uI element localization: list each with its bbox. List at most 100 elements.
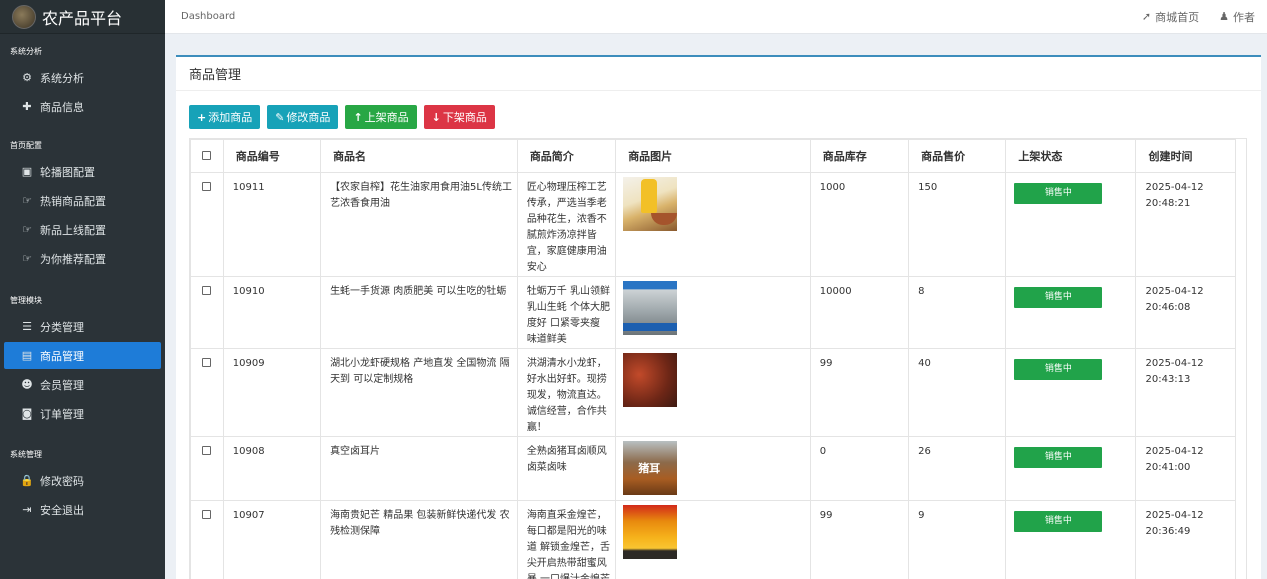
product-image[interactable]: [623, 353, 678, 407]
table-body: 10911 【农家自榨】花生油家用食用油5L传统工艺浓香食用油 匠心物理压榨工艺…: [190, 172, 1236, 579]
sidebar-item[interactable]: ☰ 分类管理: [4, 313, 161, 340]
row-checkbox[interactable]: [202, 446, 212, 455]
sidebar-section-title: 系统分析: [10, 47, 42, 56]
edit-icon: ✎: [275, 110, 285, 124]
status-badge[interactable]: 销售中: [1014, 447, 1103, 468]
brand[interactable]: 农产品平台: [0, 0, 165, 34]
sidebar-item-label: 为你推荐配置: [40, 252, 106, 266]
cell-status: 销售中: [1005, 348, 1137, 437]
table-row[interactable]: 10911 【农家自榨】花生油家用食用油5L传统工艺浓香食用油 匠心物理压榨工艺…: [190, 172, 1236, 277]
sidebar-section-title: 系统管理: [10, 450, 42, 459]
add-product-label: 添加商品: [208, 111, 253, 124]
header-created[interactable]: 创建时间: [1135, 139, 1236, 173]
product-table: 商品编号 商品名 商品简介 商品图片 商品库存 商品售价 上架状态 创建时间 1…: [190, 139, 1236, 579]
sidebar-section-title: 首页配置: [10, 141, 42, 150]
sidebar-item[interactable]: ☞ 新品上线配置: [4, 216, 161, 243]
created-time: 20:43:13: [1145, 374, 1191, 385]
table-row[interactable]: 10907 海南贵妃芒 精品果 包装新鲜快递代发 农残检测保障 海南直采金煌芒，…: [190, 500, 1236, 579]
sidebar-item[interactable]: ✚ 商品信息: [4, 93, 161, 120]
breadcrumb[interactable]: Dashboard: [165, 11, 235, 22]
plus-icon: +: [197, 110, 207, 124]
author-link[interactable]: ♟ 作者: [1219, 9, 1255, 25]
created-date: 2025-04-12: [1145, 446, 1204, 457]
row-checkbox[interactable]: [202, 510, 212, 519]
sidebar-item-label: 轮播图配置: [40, 165, 95, 179]
product-image[interactable]: [623, 177, 678, 231]
status-badge[interactable]: 销售中: [1014, 183, 1103, 204]
row-select-cell: [190, 348, 224, 437]
cell-price: 150: [908, 172, 1007, 277]
arrow-up-icon: ↑: [353, 110, 363, 124]
cell-stock: 99: [809, 348, 910, 437]
sidebar-item[interactable]: ◙ 订单管理: [4, 400, 161, 427]
select-all-checkbox[interactable]: [202, 150, 212, 160]
cell-desc: 洪湖清水小龙虾，好水出好虾。现捞现发，物流直达。诚信经营，合作共赢！: [516, 348, 617, 437]
sidebar-item[interactable]: ⚙ 系统分析: [4, 64, 161, 91]
user-icon: ♟: [1219, 10, 1229, 23]
sidebar-item[interactable]: ☻ 会员管理: [4, 371, 161, 398]
product-image[interactable]: [623, 281, 678, 335]
lock-icon: 🔒: [20, 474, 34, 487]
image-caption: 猪耳: [638, 462, 661, 475]
plus-icon: ✚: [22, 100, 32, 113]
created-date: 2025-04-12: [1145, 286, 1204, 297]
edit-product-button[interactable]: ✎ 修改商品: [267, 105, 339, 129]
status-badge[interactable]: 销售中: [1014, 359, 1103, 380]
product-image[interactable]: [623, 505, 678, 559]
sidebar-item-label: 修改密码: [40, 474, 84, 488]
sidebar-item-label: 商品管理: [40, 349, 84, 363]
cell-price: 9: [908, 500, 1007, 579]
cell-desc: 全熟卤猪耳卤顺风卤菜卤味: [516, 436, 617, 501]
product-image[interactable]: 猪耳: [623, 441, 678, 495]
sidebar-item[interactable]: ▣ 轮播图配置: [4, 158, 161, 185]
header-stock[interactable]: 商品库存: [809, 139, 910, 173]
cell-id: 10911: [222, 172, 322, 277]
sidebar-item[interactable]: 🔒 修改密码: [4, 467, 161, 494]
cell-stock: 0: [809, 436, 910, 501]
cell-id: 10908: [222, 436, 322, 501]
shop-home-link[interactable]: ➚ 商城首页: [1142, 9, 1199, 25]
row-checkbox[interactable]: [202, 358, 212, 367]
cell-image: [615, 348, 811, 437]
header-image[interactable]: 商品图片: [615, 139, 811, 173]
image-icon: ▣: [21, 165, 33, 178]
list-product-button[interactable]: ↑ 上架商品: [345, 105, 417, 129]
cell-desc: 匠心物理压榨工艺传承，严选当季老品种花生，浓香不腻煎炸汤凉拌皆宜，家庭健康用油安…: [516, 172, 617, 277]
add-product-button[interactable]: + 添加商品: [189, 105, 261, 129]
delist-product-button[interactable]: ↓ 下架商品: [423, 105, 495, 129]
product-management-card: 商品管理 + 添加商品 ✎ 修改商品 ↑ 上架商品 ↓ 下架商品 商品编号 商品名 商品…: [176, 55, 1261, 579]
row-select-cell: [190, 436, 224, 501]
status-badge[interactable]: 销售中: [1014, 511, 1103, 532]
sidebar: 农产品平台 系统分析 ⚙ 系统分析 ✚ 商品信息 首页配置 ▣ 轮播图配置 ☞ …: [0, 0, 165, 579]
table-row[interactable]: 10909 湖北小龙虾硬规格 产地直发 全国物流 隔天到 可以定制规格 洪湖清水…: [190, 348, 1236, 437]
sidebar-item-label: 订单管理: [40, 407, 84, 421]
header-id[interactable]: 商品编号: [222, 139, 322, 173]
sidebar-item[interactable]: ▤ 商品管理: [4, 342, 161, 369]
cell-created: 2025-04-12 20:43:13: [1135, 348, 1236, 437]
table-row[interactable]: 10910 生蚝一手货源 肉质肥美 可以生吃的牡蛎 牡蛎万千 乳山领鲜 乳山生蚝…: [190, 276, 1236, 349]
cell-id: 10909: [222, 348, 322, 437]
row-checkbox[interactable]: [202, 286, 212, 295]
header-name[interactable]: 商品名: [320, 139, 518, 173]
sidebar-item[interactable]: ☞ 为你推荐配置: [4, 245, 161, 272]
cell-created: 2025-04-12 20:46:08: [1135, 276, 1236, 349]
card-title: 商品管理: [176, 57, 1261, 91]
table-row[interactable]: 10908 真空卤耳片 全熟卤猪耳卤顺风卤菜卤味 猪耳 0 26 销售中 202…: [190, 436, 1236, 501]
cell-image: [615, 276, 811, 349]
header-desc[interactable]: 商品简介: [516, 139, 617, 173]
header-price[interactable]: 商品售价: [908, 139, 1007, 173]
sidebar-item[interactable]: ⇥ 安全退出: [4, 496, 161, 523]
cell-price: 26: [908, 436, 1007, 501]
sidebar-item[interactable]: ☞ 热销商品配置: [4, 187, 161, 214]
label-strip-shape: [623, 323, 678, 331]
header-status[interactable]: 上架状态: [1005, 139, 1137, 173]
oil-bottle-shape: [641, 179, 658, 213]
logout-icon: ⇥: [22, 503, 32, 516]
cell-name: 生蚝一手货源 肉质肥美 可以生吃的牡蛎: [320, 276, 518, 349]
row-checkbox[interactable]: [202, 182, 212, 191]
cell-stock: 1000: [809, 172, 910, 277]
status-badge[interactable]: 销售中: [1014, 287, 1103, 308]
cell-id: 10907: [222, 500, 322, 579]
arrow-down-icon: ↓: [431, 110, 441, 124]
sidebar-item-label: 热销商品配置: [40, 194, 106, 208]
